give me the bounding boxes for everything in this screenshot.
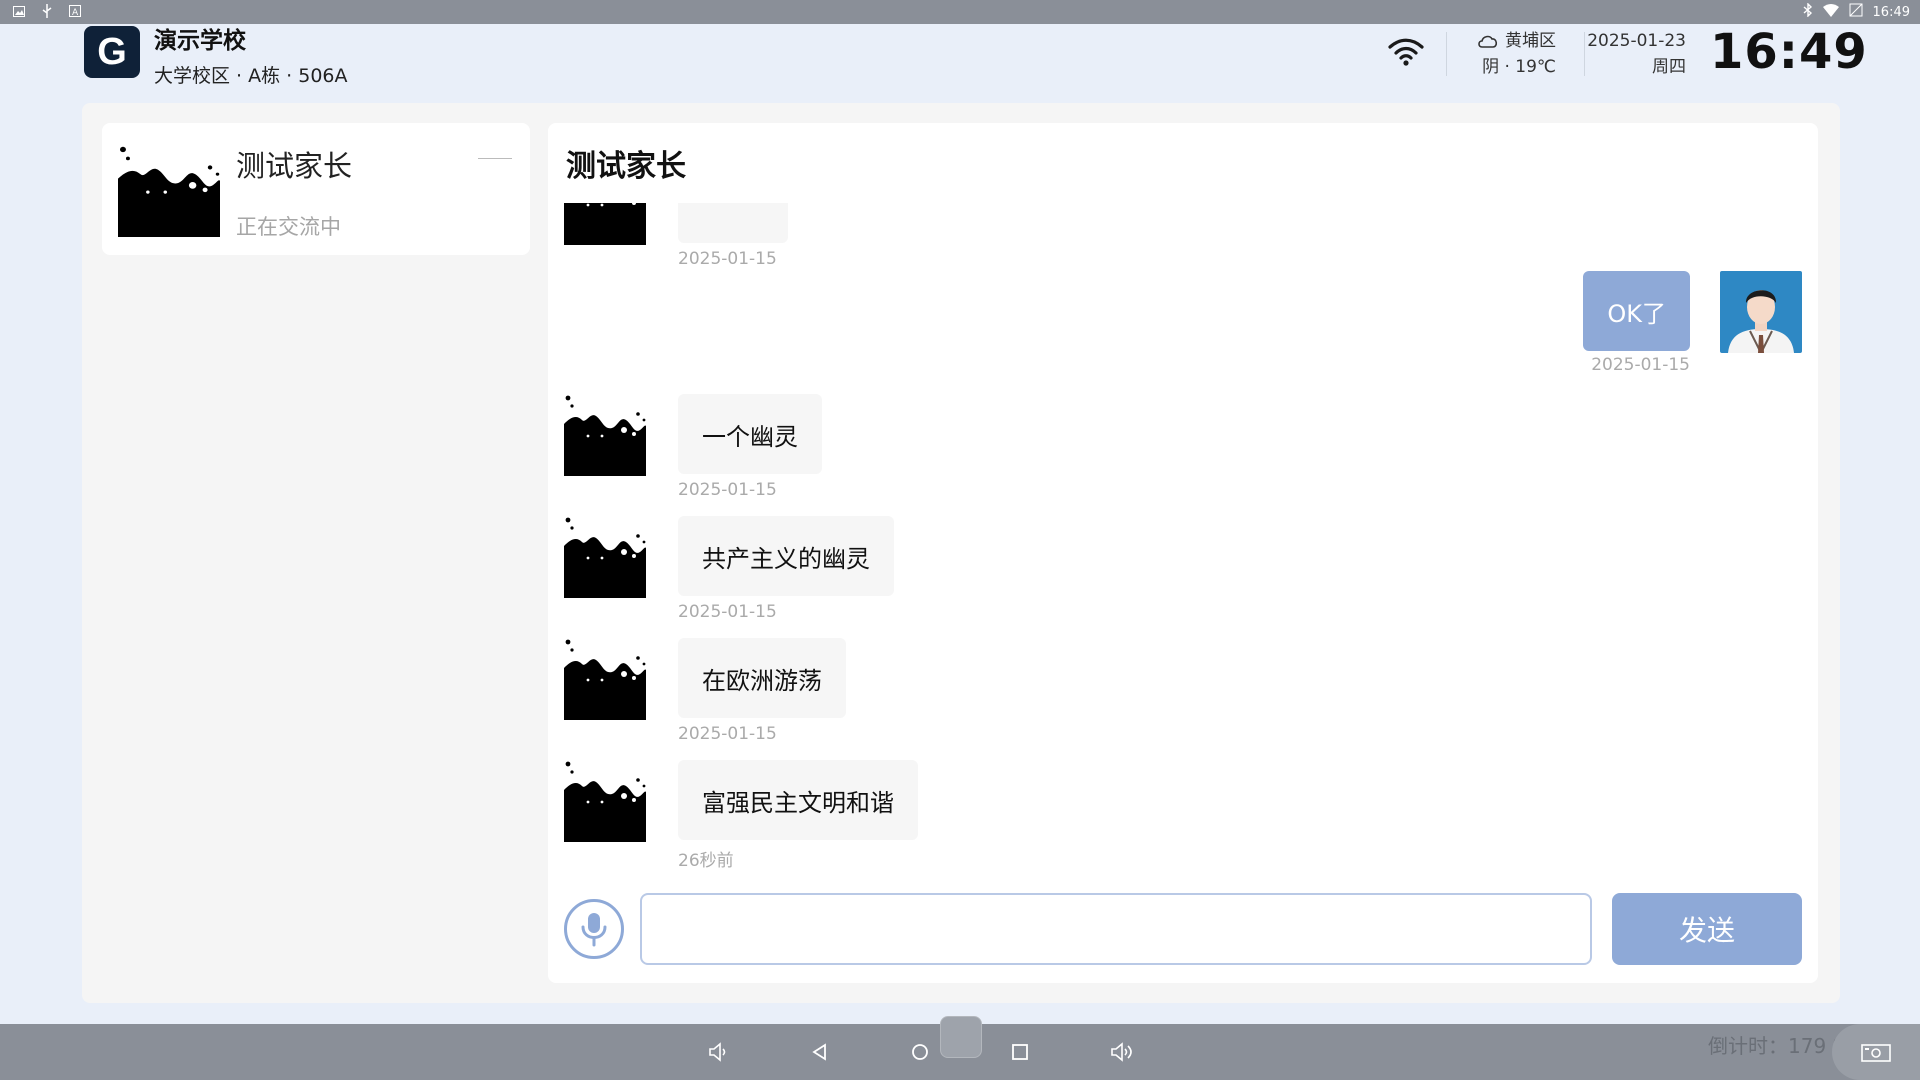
message-bubble: OK了 xyxy=(1583,271,1690,351)
back-icon xyxy=(812,1043,826,1061)
sender-avatar xyxy=(564,516,646,598)
cloud-icon xyxy=(1478,35,1498,48)
message-composer: 发送 xyxy=(548,893,1818,965)
voice-input-button[interactable] xyxy=(564,899,624,959)
sender-avatar xyxy=(564,760,646,842)
recent-apps-icon xyxy=(1012,1044,1028,1060)
weather-district: 黄埔区 xyxy=(1505,31,1556,51)
bluetooth-icon xyxy=(1803,2,1813,21)
current-weekday: 周四 xyxy=(1652,57,1686,77)
message-bubble xyxy=(678,203,788,243)
wifi-signal-icon xyxy=(1388,38,1424,66)
wifi-icon xyxy=(1822,3,1839,21)
message-bubble: 一个幽灵 xyxy=(678,394,822,474)
date-widget: 2025-01-23 周四 xyxy=(1582,28,1686,80)
contact-avatar xyxy=(118,145,220,237)
system-status-bar: A 16:49 xyxy=(0,0,1920,24)
message-item: 在欧洲游荡 2025-01-15 xyxy=(548,638,1818,748)
chat-title: 测试家长 xyxy=(566,149,686,184)
weather-condition: 阴 · 19℃ xyxy=(1482,57,1556,77)
sender-avatar xyxy=(564,394,646,476)
chat-window: 测试家长 2025-01-15 OK了 2025-01-15 一个幽灵 2025… xyxy=(548,123,1818,983)
send-button[interactable]: 发送 xyxy=(1612,893,1802,965)
clock: 16:49 xyxy=(1710,24,1868,80)
volume-down-button[interactable] xyxy=(702,1036,734,1068)
message-time: 2025-01-15 xyxy=(1591,355,1690,375)
message-bubble: 共产主义的幽灵 xyxy=(678,516,894,596)
contact-name: 测试家长 xyxy=(236,149,353,183)
message-input[interactable] xyxy=(640,893,1592,965)
message-item: 共产主义的幽灵 2025-01-15 xyxy=(548,516,1818,626)
usb-icon xyxy=(40,4,54,18)
school-name: 演示学校 xyxy=(154,28,246,54)
svg-text:A: A xyxy=(72,8,79,17)
microphone-icon xyxy=(581,913,607,947)
header-divider xyxy=(1446,32,1447,76)
message-item: OK了 2025-01-15 xyxy=(548,271,1818,381)
message-time: 2025-01-15 xyxy=(678,602,777,622)
message-time: 2025-01-15 xyxy=(678,249,777,269)
back-button[interactable] xyxy=(804,1036,836,1068)
home-icon xyxy=(912,1044,928,1060)
campus-location: 大学校区 · A栋 · 506A xyxy=(154,65,348,87)
message-list[interactable]: 2025-01-15 OK了 2025-01-15 一个幽灵 2025-01-1… xyxy=(548,203,1818,883)
volume-up-button[interactable] xyxy=(1106,1036,1138,1068)
sender-avatar xyxy=(564,638,646,720)
current-date: 2025-01-23 xyxy=(1587,31,1686,51)
volume-down-icon xyxy=(709,1042,726,1062)
sender-avatar xyxy=(564,203,646,245)
floating-assist-button[interactable] xyxy=(940,1016,982,1058)
recent-apps-button[interactable] xyxy=(1004,1036,1036,1068)
message-time: 2025-01-15 xyxy=(678,480,777,500)
message-item: 2025-01-15 xyxy=(548,203,1818,273)
school-logo: G xyxy=(84,26,140,78)
contact-timestamp-placeholder xyxy=(478,158,512,159)
screenshot-button[interactable] xyxy=(1832,1024,1920,1080)
message-item: 一个幽灵 2025-01-15 xyxy=(548,394,1818,504)
notification-icon: A xyxy=(68,4,82,18)
message-time: 2025-01-15 xyxy=(678,724,777,744)
status-bar-time: 16:49 xyxy=(1872,4,1910,20)
battery-icon xyxy=(1849,3,1863,21)
user-avatar xyxy=(1720,271,1802,353)
message-bubble: 富强民主文明和谐 xyxy=(678,760,918,840)
message-bubble: 在欧洲游荡 xyxy=(678,638,846,718)
message-time: 26秒前 xyxy=(678,851,734,871)
countdown-timer: 倒计时：179 S xyxy=(1708,1034,1846,1058)
image-icon xyxy=(12,4,26,18)
contact-list-item[interactable]: 测试家长 正在交流中 xyxy=(102,123,530,255)
contact-status: 正在交流中 xyxy=(236,215,341,239)
camera-icon xyxy=(1861,1044,1891,1062)
weather-widget: 黄埔区 阴 · 19℃ xyxy=(1460,28,1556,80)
message-item: 富强民主文明和谐 26秒前 xyxy=(548,760,1818,871)
volume-up-icon xyxy=(1111,1042,1132,1062)
home-button[interactable] xyxy=(904,1036,936,1068)
